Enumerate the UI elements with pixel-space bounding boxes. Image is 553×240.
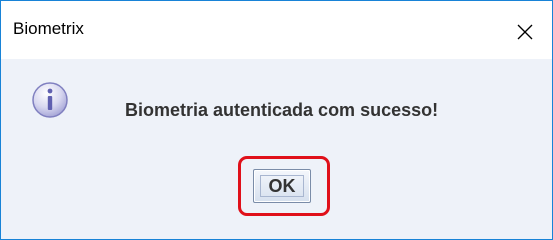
dialog-window: Biometrix Biometria autenticada com suce…: [0, 0, 553, 240]
ok-button-label: OK: [268, 176, 296, 196]
title-bar: Biometrix: [1, 1, 552, 59]
info-icon: [32, 82, 68, 118]
close-button[interactable]: [501, 9, 547, 53]
window-title: Biometrix: [13, 19, 84, 38]
dialog-message: Biometria autenticada com sucesso!: [125, 100, 439, 120]
dialog-content: Biometria autenticada com sucesso! OK: [1, 59, 552, 239]
close-icon: [517, 24, 533, 40]
ok-button[interactable]: OK: [253, 169, 311, 203]
